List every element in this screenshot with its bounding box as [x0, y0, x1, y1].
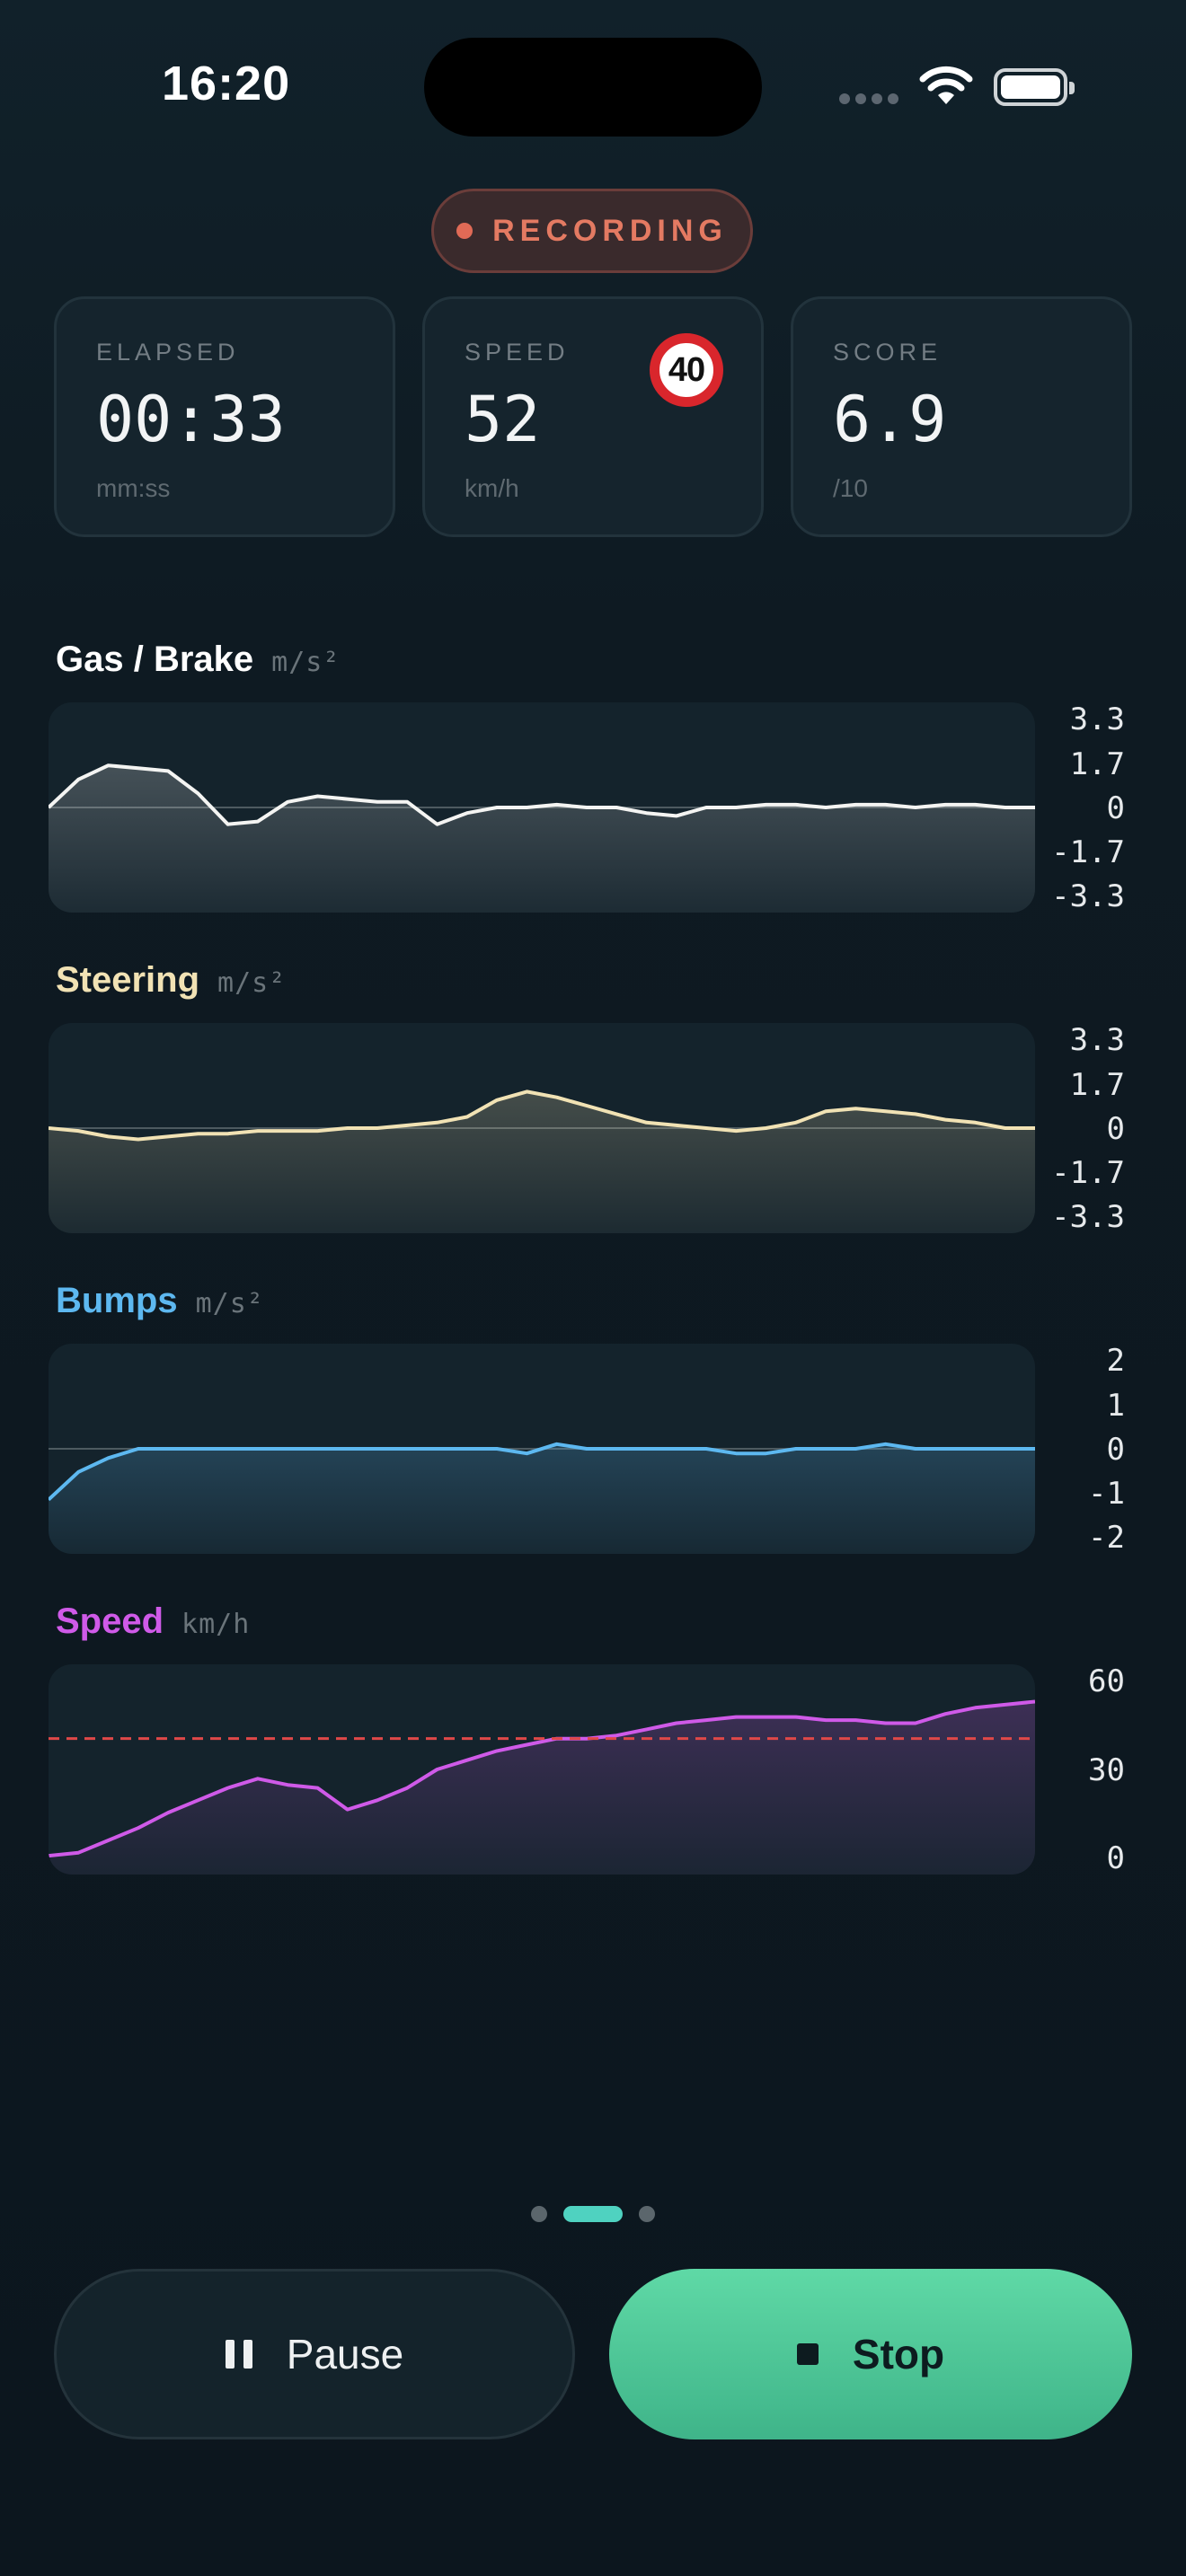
elapsed-card: ELAPSED 00:33 mm:ss: [54, 296, 395, 537]
gas-brake-chart: [49, 702, 1035, 913]
gas-brake-plot: [49, 763, 1035, 913]
steering-title: Steering m/s²: [56, 960, 286, 1001]
speed-card: SPEED 52 km/h 40: [422, 296, 764, 537]
axis-tick: 30: [1088, 1752, 1125, 1788]
stop-icon: [796, 2343, 819, 2365]
battery-icon: [994, 68, 1075, 106]
cellular-signal-icon: [839, 93, 898, 104]
score-unit: /10: [833, 474, 868, 502]
axis-tick: 1.7: [1069, 1067, 1125, 1103]
score-label: SCORE: [833, 339, 943, 366]
speed-unit: km/h: [465, 474, 519, 502]
steering-plot: [49, 1090, 1035, 1233]
steering-unit: m/s²: [217, 967, 287, 999]
gas-brake-unit: m/s²: [271, 647, 341, 678]
speed-chart-title-text: Speed: [56, 1601, 164, 1641]
steering-y-axis: 3.3 1.7 0 -1.7 -3.3: [1040, 1023, 1148, 1233]
page-dot[interactable]: [531, 2206, 547, 2222]
bumps-unit: m/s²: [195, 1288, 264, 1319]
axis-tick: 0: [1106, 1840, 1125, 1876]
speed-plot: [49, 1699, 1035, 1875]
elapsed-unit: mm:ss: [96, 474, 171, 502]
axis-tick: 3.3: [1069, 701, 1125, 737]
axis-tick: -1.7: [1051, 834, 1125, 870]
page-dot-active[interactable]: [563, 2206, 623, 2222]
bumps-plot: [49, 1442, 1035, 1554]
axis-tick: -1: [1088, 1476, 1125, 1512]
steering-title-text: Steering: [56, 960, 200, 1000]
pause-icon: [225, 2340, 252, 2369]
page-indicator[interactable]: [0, 2206, 1186, 2222]
axis-tick: 1: [1106, 1388, 1125, 1424]
recording-dot-icon: [456, 223, 474, 239]
bumps-title: Bumps m/s²: [56, 1281, 264, 1321]
page-dot[interactable]: [639, 2206, 655, 2222]
axis-tick: -2: [1088, 1520, 1125, 1556]
bumps-y-axis: 2 1 0 -1 -2: [1040, 1344, 1148, 1554]
pause-button[interactable]: Pause: [54, 2269, 575, 2439]
axis-tick: 0: [1106, 1111, 1125, 1147]
bumps-title-text: Bumps: [56, 1281, 178, 1320]
speed-y-axis: 60 30 0: [1040, 1664, 1148, 1875]
gas-brake-title: Gas / Brake m/s²: [56, 640, 340, 680]
recording-label: RECORDING: [492, 213, 728, 248]
stop-button[interactable]: Stop: [609, 2269, 1132, 2439]
wifi-icon: [919, 66, 973, 104]
elapsed-label: ELAPSED: [96, 339, 240, 366]
score-value: 6.9: [833, 383, 947, 456]
gas-brake-y-axis: 3.3 1.7 0 -1.7 -3.3: [1040, 702, 1148, 913]
bumps-chart: [49, 1344, 1035, 1554]
gas-brake-title-text: Gas / Brake: [56, 640, 254, 679]
series-area: [49, 765, 1035, 913]
axis-tick: -3.3: [1051, 1199, 1125, 1235]
axis-tick: 1.7: [1069, 746, 1125, 782]
series-area: [49, 1443, 1035, 1554]
score-card: SCORE 6.9 /10: [791, 296, 1132, 537]
axis-tick: -1.7: [1051, 1155, 1125, 1191]
elapsed-value: 00:33: [96, 383, 286, 456]
status-time: 16:20: [162, 57, 291, 110]
axis-tick: 0: [1106, 1432, 1125, 1468]
axis-tick: 3.3: [1069, 1022, 1125, 1058]
dynamic-island: [424, 38, 762, 137]
pause-label: Pause: [286, 2331, 404, 2378]
stop-label: Stop: [852, 2331, 945, 2378]
axis-tick: 60: [1088, 1663, 1125, 1699]
speed-limit-sign-icon: 40: [650, 333, 723, 407]
recording-status-pill: RECORDING: [431, 189, 753, 273]
axis-tick: 2: [1106, 1343, 1125, 1379]
series-area: [49, 1701, 1035, 1875]
speed-chart: [49, 1664, 1035, 1875]
axis-tick: 0: [1106, 790, 1125, 826]
axis-tick: -3.3: [1051, 878, 1125, 914]
steering-chart: [49, 1023, 1035, 1233]
speed-chart-unit: km/h: [181, 1609, 251, 1640]
speed-chart-title: Speed km/h: [56, 1601, 250, 1642]
